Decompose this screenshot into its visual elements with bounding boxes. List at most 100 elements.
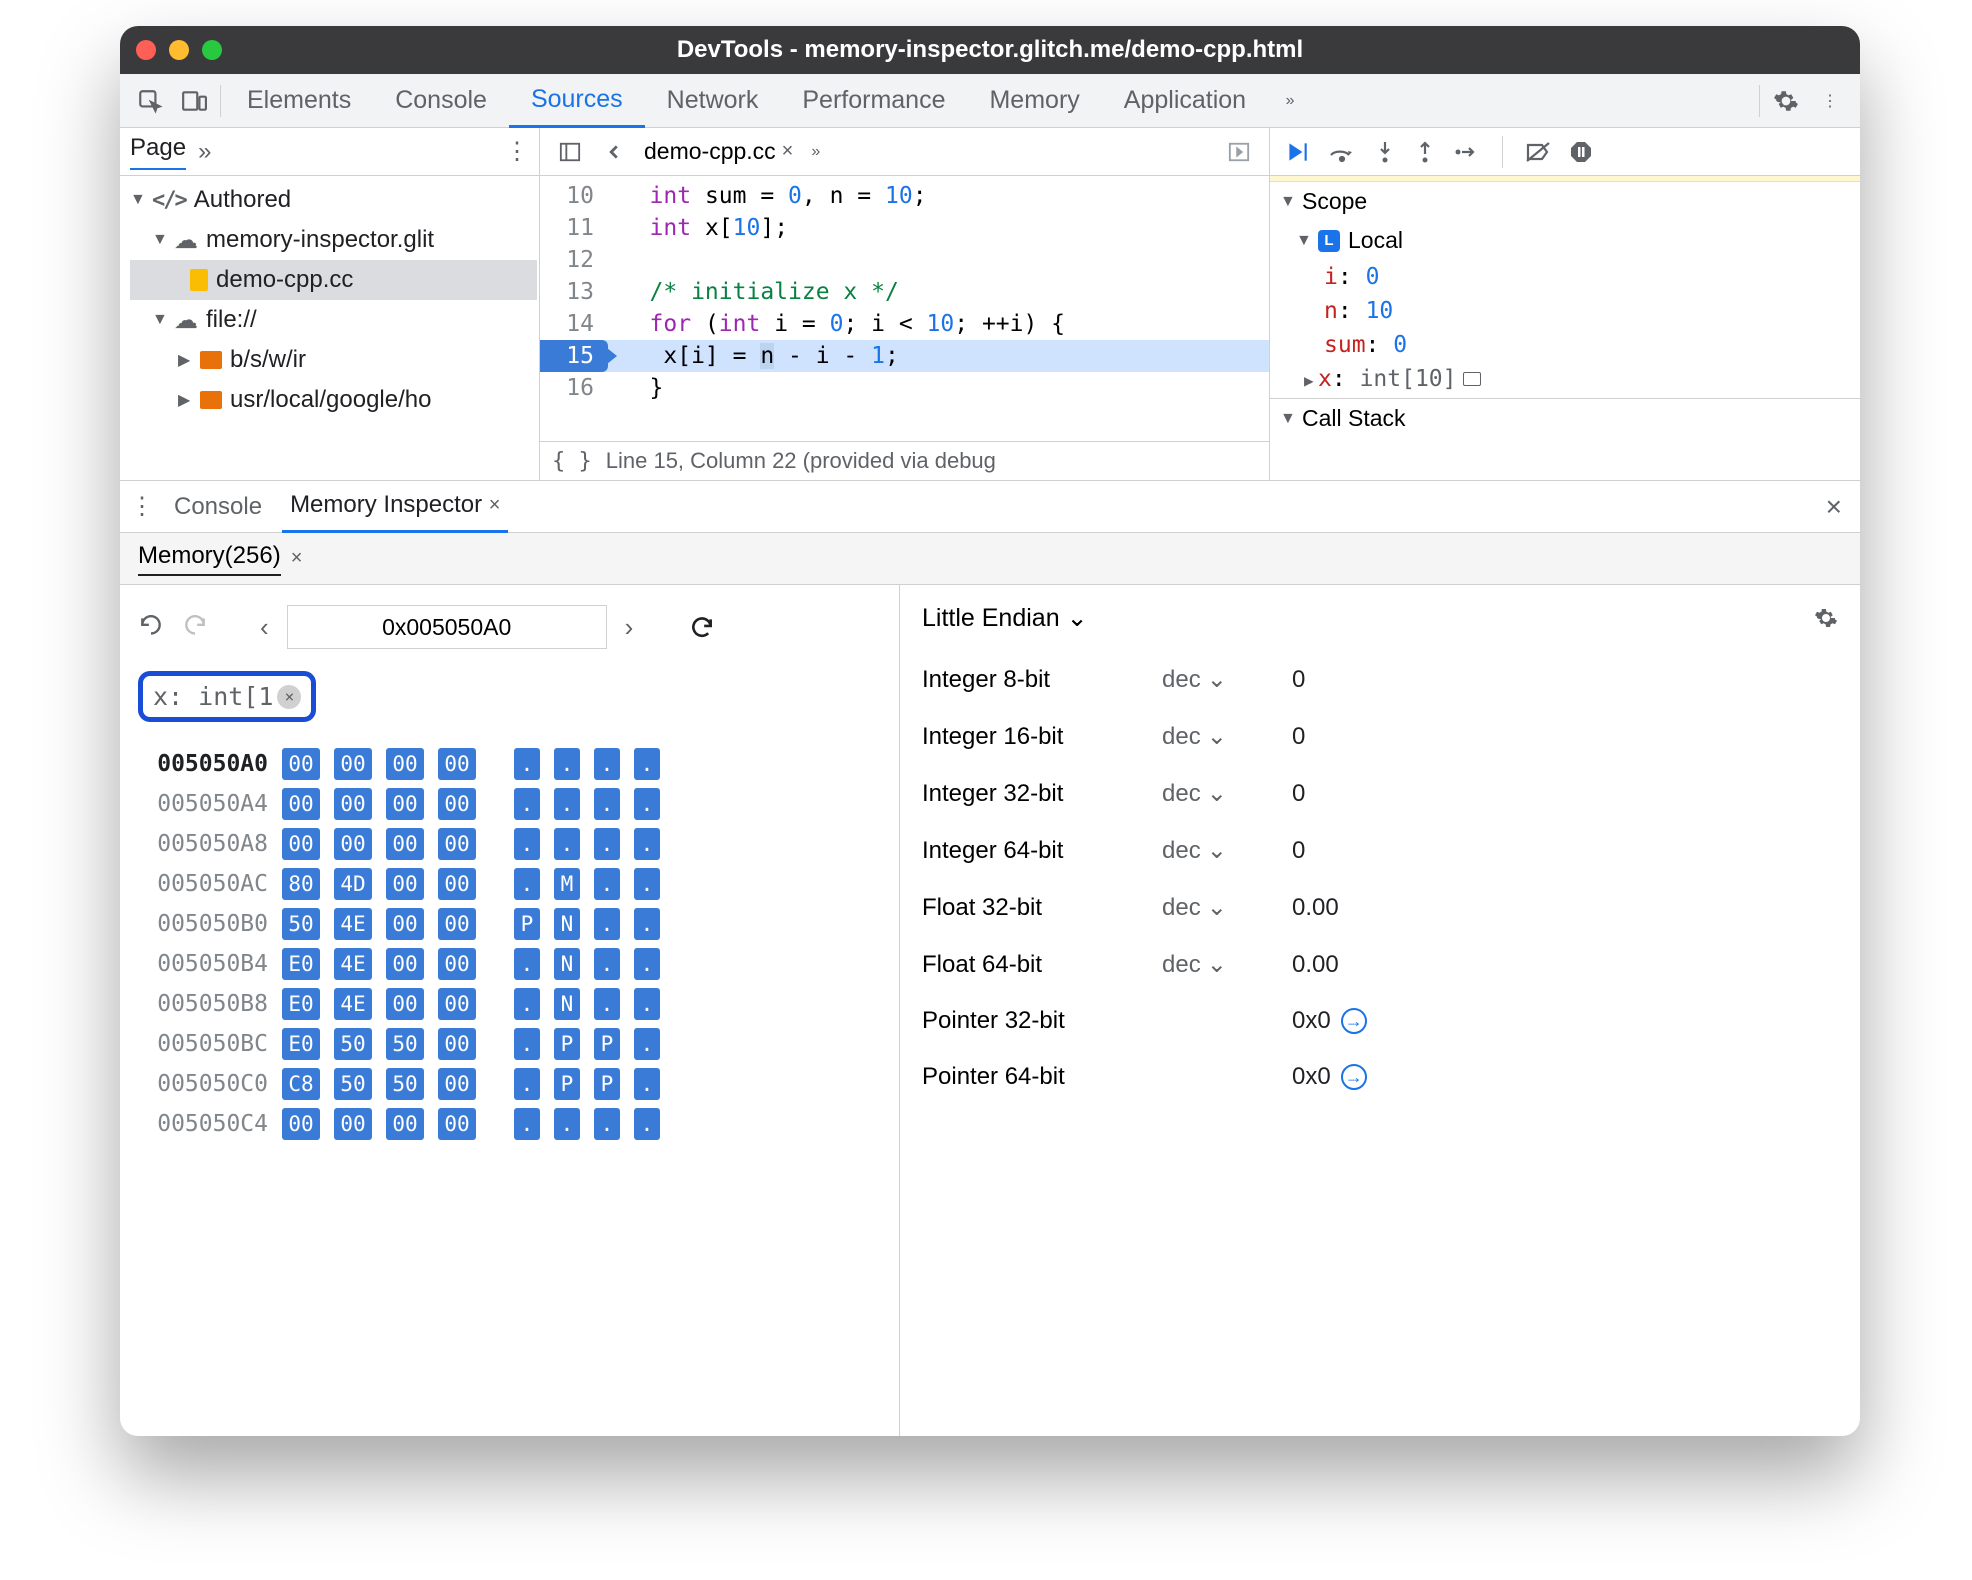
hex-row[interactable]: 005050BCE0505000.PP. xyxy=(138,1028,881,1060)
code-line[interactable]: 16 } xyxy=(540,372,1269,404)
scope-variable[interactable]: sum: 0 xyxy=(1324,328,1860,362)
hex-row[interactable]: 005050A400000000.... xyxy=(138,788,881,820)
value-row: Pointer 64-bit0x0→ xyxy=(922,1049,1838,1105)
resume-button-icon[interactable] xyxy=(1284,139,1310,165)
page-prev-icon[interactable]: ‹ xyxy=(260,612,269,643)
navigator-tab-page[interactable]: Page xyxy=(130,134,186,170)
debugger-pane: ▼Scope ▼LLocal i: 0n: 10sum: 0▶x: int[10… xyxy=(1270,128,1860,480)
hex-row[interactable]: 005050B0504E0000PN.. xyxy=(138,908,881,940)
tree-fileproto[interactable]: ▼file:// xyxy=(130,300,537,340)
more-editor-tabs-icon[interactable]: » xyxy=(801,143,830,161)
code-line[interactable]: 12 xyxy=(540,244,1269,276)
scope-local-header[interactable]: ▼LLocal xyxy=(1270,221,1860,260)
format-select[interactable]: dec ⌄ xyxy=(1162,836,1292,865)
tree-folder-2[interactable]: ▶usr/local/google/ho xyxy=(130,380,537,420)
devtools-window: DevTools - memory-inspector.glitch.me/de… xyxy=(120,26,1860,1436)
hex-row[interactable]: 005050B8E04E0000.N.. xyxy=(138,988,881,1020)
format-select[interactable]: dec ⌄ xyxy=(1162,893,1292,922)
code-line[interactable]: 15 x[i] = n - i - 1; xyxy=(540,340,1269,372)
navigator-menu-icon[interactable]: ⋮ xyxy=(505,137,529,166)
close-memory-tab-icon[interactable]: × xyxy=(291,547,303,570)
drawer-tab-memory-inspector[interactable]: Memory Inspector × xyxy=(282,481,508,533)
window-title: DevTools - memory-inspector.glitch.me/de… xyxy=(120,36,1860,64)
value-row: Integer 64-bitdec ⌄0 xyxy=(922,822,1838,879)
jump-to-address-icon[interactable]: → xyxy=(1341,1008,1367,1034)
hex-row[interactable]: 005050C0C8505000.PP. xyxy=(138,1068,881,1100)
tree-host[interactable]: ▼memory-inspector.glit xyxy=(130,220,537,260)
tab-memory[interactable]: Memory xyxy=(967,74,1101,128)
close-drawer-icon[interactable]: × xyxy=(1818,491,1850,523)
code-line[interactable]: 13 /* initialize x */ xyxy=(540,276,1269,308)
value-settings-gear-icon[interactable] xyxy=(1814,606,1838,630)
history-back-icon[interactable] xyxy=(138,614,164,640)
drawer: ⋮ Console Memory Inspector × × Memory(25… xyxy=(120,480,1860,1436)
address-input[interactable] xyxy=(287,605,607,649)
inspect-element-icon[interactable] xyxy=(128,79,172,123)
value-row: Float 64-bitdec ⌄0.00 xyxy=(922,936,1838,993)
format-select[interactable]: dec ⌄ xyxy=(1162,722,1292,751)
endianness-select[interactable]: Little Endian ⌄ xyxy=(922,603,1088,633)
tab-network[interactable]: Network xyxy=(645,74,781,128)
format-select[interactable]: dec ⌄ xyxy=(1162,779,1292,808)
tab-sources[interactable]: Sources xyxy=(509,74,645,128)
step-into-icon[interactable] xyxy=(1374,140,1396,164)
format-select[interactable]: dec ⌄ xyxy=(1162,950,1292,979)
close-tab-icon[interactable]: × xyxy=(782,140,794,163)
tree-file-selected[interactable]: demo-cpp.cc xyxy=(130,260,537,300)
toggle-navigator-icon[interactable] xyxy=(548,130,592,174)
prev-file-icon[interactable] xyxy=(592,130,636,174)
object-highlight-chip[interactable]: x: int[1× xyxy=(138,671,316,722)
tree-authored[interactable]: ▼Authored xyxy=(130,180,537,220)
jump-to-address-icon[interactable]: → xyxy=(1341,1064,1367,1090)
code-line[interactable]: 14 for (int i = 0; i < 10; ++i) { xyxy=(540,308,1269,340)
chevron-down-icon: ⌄ xyxy=(1207,722,1227,751)
value-row: Float 32-bitdec ⌄0.00 xyxy=(922,879,1838,936)
memory-buffer-tab[interactable]: Memory(256) xyxy=(138,542,281,576)
step-icon[interactable] xyxy=(1454,141,1480,163)
kebab-menu-icon[interactable]: ⋮ xyxy=(1808,79,1852,123)
more-navigator-tabs-icon[interactable]: » xyxy=(198,138,211,166)
device-toolbar-icon[interactable] xyxy=(172,79,216,123)
code-line[interactable]: 10 int sum = 0, n = 10; xyxy=(540,180,1269,212)
hex-row[interactable]: 005050B4E04E0000.N.. xyxy=(138,948,881,980)
callstack-section-header[interactable]: ▼Call Stack xyxy=(1270,399,1860,438)
deactivate-breakpoints-icon[interactable] xyxy=(1525,141,1551,163)
drawer-tab-console[interactable]: Console xyxy=(166,481,270,533)
refresh-icon[interactable] xyxy=(689,614,715,640)
editor-status-bar: { } Line 15, Column 22 (provided via deb… xyxy=(540,441,1269,480)
code-line[interactable]: 11 int x[10]; xyxy=(540,212,1269,244)
pretty-print-icon[interactable]: { } xyxy=(552,449,592,474)
scope-variable[interactable]: ▶x: int[10] xyxy=(1324,362,1860,398)
format-select[interactable]: dec ⌄ xyxy=(1162,665,1292,694)
hex-row[interactable]: 005050C400000000.... xyxy=(138,1108,881,1140)
reveal-in-memory-icon[interactable] xyxy=(1463,372,1481,386)
remove-chip-icon[interactable]: × xyxy=(277,685,301,709)
hex-row[interactable]: 005050A000000000.... xyxy=(138,748,881,780)
scope-variable[interactable]: n: 10 xyxy=(1324,294,1860,328)
value-interpreter-pane: Little Endian ⌄ Integer 8-bitdec ⌄0 Integ… xyxy=(900,585,1860,1436)
settings-gear-icon[interactable] xyxy=(1764,79,1808,123)
hex-row[interactable]: 005050A800000000.... xyxy=(138,828,881,860)
pause-on-exceptions-icon[interactable] xyxy=(1569,140,1593,164)
tab-console[interactable]: Console xyxy=(373,74,509,128)
history-forward-icon[interactable] xyxy=(182,614,208,640)
value-row: Integer 8-bitdec ⌄0 xyxy=(922,651,1838,708)
tree-folder-1[interactable]: ▶b/s/w/ir xyxy=(130,340,537,380)
scope-variable[interactable]: i: 0 xyxy=(1324,260,1860,294)
tab-performance[interactable]: Performance xyxy=(780,74,967,128)
scope-section-header[interactable]: ▼Scope xyxy=(1270,182,1860,221)
page-next-icon[interactable]: › xyxy=(625,612,634,643)
tab-elements[interactable]: Elements xyxy=(225,74,373,128)
drawer-menu-icon[interactable]: ⋮ xyxy=(130,492,154,521)
editor-tab[interactable]: demo-cpp.cc× xyxy=(636,138,801,165)
close-drawer-tab-icon[interactable]: × xyxy=(489,494,501,517)
step-out-icon[interactable] xyxy=(1414,140,1436,164)
more-tabs-icon[interactable]: » xyxy=(1268,79,1312,123)
chevron-down-icon: ⌄ xyxy=(1207,836,1227,865)
tab-application[interactable]: Application xyxy=(1102,74,1268,128)
hex-row[interactable]: 005050AC804D0000.M.. xyxy=(138,868,881,900)
run-snippet-icon[interactable] xyxy=(1217,130,1261,174)
chevron-down-icon: ⌄ xyxy=(1207,950,1227,979)
step-over-icon[interactable] xyxy=(1328,141,1356,163)
chevron-down-icon: ⌄ xyxy=(1067,604,1088,632)
